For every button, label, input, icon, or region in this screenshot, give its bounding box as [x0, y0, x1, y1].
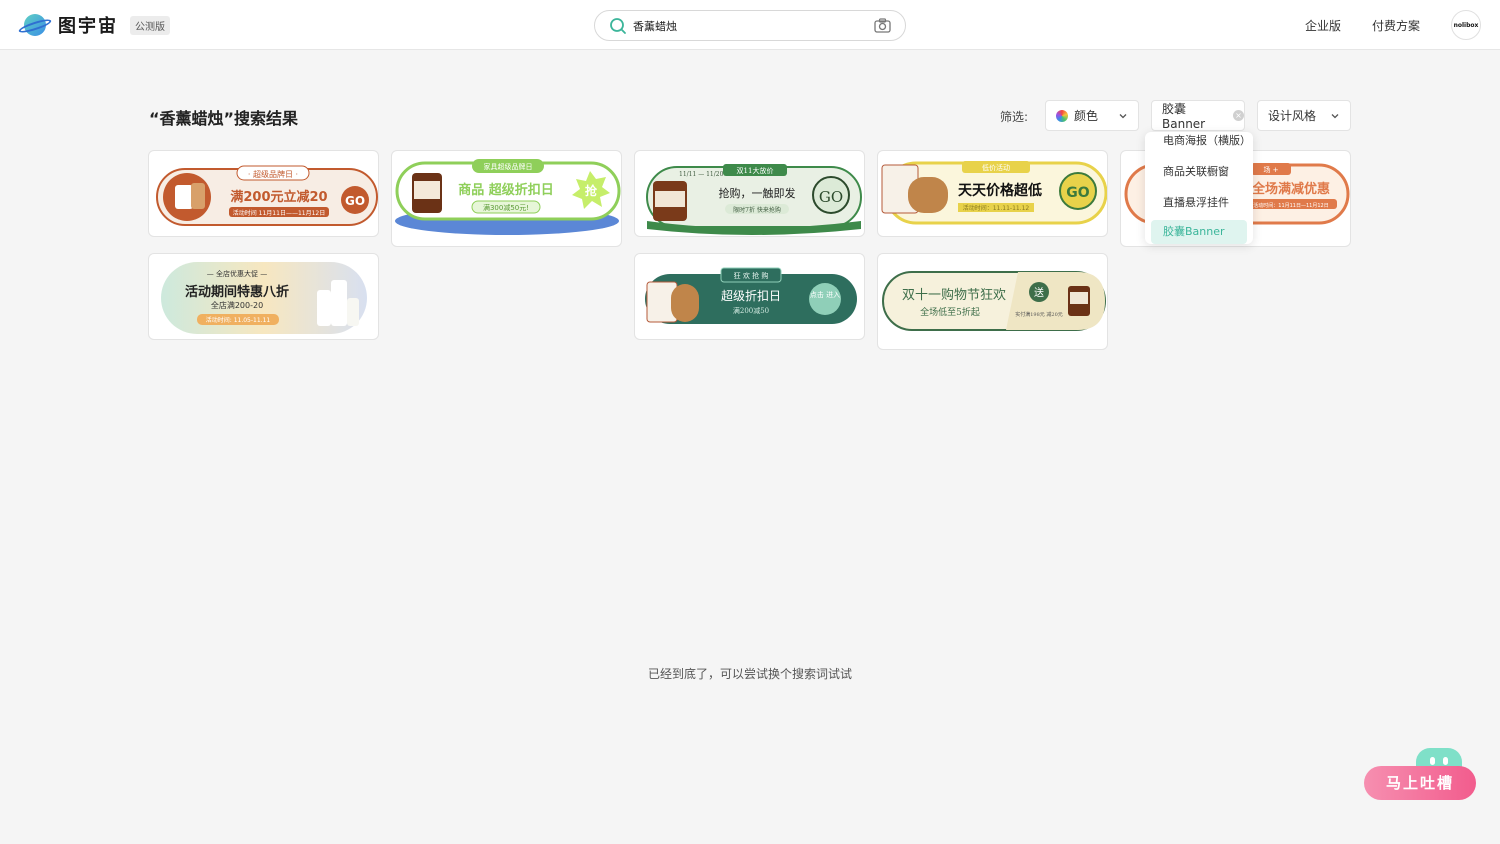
- color-wheel-icon: [1056, 109, 1068, 122]
- result-card[interactable]: 双十一购物节狂欢 全场低至5折起 送 实付满198元 减20元: [877, 253, 1108, 350]
- card-tag: 双11大放价: [737, 166, 774, 175]
- nav-pricing[interactable]: 付费方案: [1372, 17, 1420, 34]
- card-line2: 全场低至5折起: [920, 306, 980, 318]
- card-tag: 场 +: [1263, 165, 1278, 174]
- color-filter[interactable]: 颜色: [1045, 100, 1139, 131]
- color-filter-label: 颜色: [1074, 109, 1099, 123]
- style-filter-label: 设计风格: [1268, 109, 1317, 123]
- card-headline: 活动期间特惠八折: [185, 284, 289, 300]
- logo[interactable]: 图宇宙 公测版: [17, 12, 170, 38]
- search-bar: [594, 10, 906, 41]
- card-button: GO: [1066, 185, 1089, 201]
- top-header: 图宇宙 公测版 企业版 付费方案 nolibox: [0, 0, 1500, 50]
- search-icon[interactable]: [609, 17, 627, 35]
- end-of-results-text: 已经到底了，可以尝试换个搜索词试试: [647, 667, 852, 681]
- chevron-down-icon: [1331, 114, 1339, 119]
- planet-logo-icon: [17, 12, 53, 38]
- style-filter[interactable]: 设计风格: [1257, 100, 1351, 131]
- card-subtext: 满300减50元!: [483, 203, 529, 212]
- card-tag: — 全店优惠大促 —: [207, 269, 267, 278]
- result-card[interactable]: 家具超级品牌日 商品 超级折扣日 满300减50元! 抢: [391, 150, 622, 247]
- logo-text: 图宇宙: [58, 16, 118, 37]
- card-headline: 天天价格超低: [958, 182, 1042, 199]
- result-card[interactable]: 双11大放价 11/11 — 11/20 抢购，一触即发 限时7折 快来抢购 G…: [634, 150, 865, 237]
- nav-enterprise[interactable]: 企业版: [1305, 17, 1341, 34]
- card-headline: 超级折扣日: [721, 288, 781, 303]
- card-line2: 全店满200-20: [211, 300, 263, 310]
- clear-icon[interactable]: ×: [1233, 110, 1244, 121]
- result-card[interactable]: — 全店优惠大促 — 活动期间特惠八折 全店满200-20 活动时间: 11.0…: [148, 253, 379, 340]
- card-headline: 商品 超级折扣日: [458, 182, 554, 198]
- result-card[interactable]: 狂 欢 抢 购 超级折扣日 满200减50 点击 进入: [634, 253, 865, 340]
- feedback-widget[interactable]: 马上吐槽: [1364, 748, 1476, 800]
- card-button: GO: [819, 188, 843, 206]
- result-card[interactable]: 低价活动 天天价格超低 活动时间：11.11-11.12 GO: [877, 150, 1108, 237]
- card-subtext: 活动时间：11.11-11.12: [963, 204, 1030, 212]
- type-filter-label: 胶囊Banner: [1162, 102, 1206, 131]
- filter-label: 筛选:: [1000, 110, 1029, 124]
- card-tag: 狂 欢 抢 购: [734, 271, 769, 280]
- card-date: 11/11 — 11/20: [679, 171, 724, 178]
- card-button: 点击 进入: [810, 290, 840, 299]
- dropdown-item-window[interactable]: 商品关联橱窗: [1151, 160, 1247, 184]
- card-headline: 抢购，一触即发: [719, 186, 796, 200]
- card-headline: 双十一购物节狂欢: [902, 287, 1006, 303]
- feedback-button[interactable]: 马上吐槽: [1364, 766, 1476, 800]
- card-button: 抢: [585, 183, 598, 198]
- type-filter[interactable]: 胶囊Banner ×: [1151, 100, 1245, 131]
- beta-badge: 公测版: [130, 15, 170, 35]
- dropdown-item-capsule-banner[interactable]: 胶囊Banner: [1151, 220, 1247, 244]
- chevron-down-icon: [1119, 114, 1127, 119]
- card-tag: 低价活动: [982, 163, 1010, 172]
- card-subtext: 活动时间: 11.05-11.11: [206, 316, 271, 324]
- card-subtext: 活动时间 11月11日——11月12日: [233, 209, 325, 217]
- search-input[interactable]: [633, 16, 863, 36]
- card-tag: · 超级品牌日 ·: [248, 169, 298, 179]
- card-subtext: 实付满198元 减20元: [1015, 311, 1063, 318]
- card-subtext: 限时7折 快来抢购: [733, 206, 781, 214]
- avatar[interactable]: nolibox: [1451, 10, 1481, 40]
- page-title: “香薰蜡烛”搜索结果: [149, 109, 299, 128]
- camera-icon[interactable]: [874, 18, 891, 33]
- dropdown-item-poster[interactable]: 电商海报（横版）: [1151, 132, 1251, 153]
- card-headline: 满200元立减20: [230, 189, 327, 205]
- card-headline: 全场满减优惠: [1251, 181, 1330, 197]
- card-button: 送: [1034, 286, 1044, 299]
- card-tag: 家具超级品牌日: [484, 162, 533, 171]
- card-subtext: 活动时间：11月11日—11月12日: [1253, 202, 1328, 209]
- card-button: GO: [345, 194, 365, 208]
- type-dropdown-menu: 电商海报（横版） 商品关联橱窗 直播悬浮挂件 胶囊Banner: [1145, 132, 1253, 244]
- dropdown-item-widget[interactable]: 直播悬浮挂件: [1151, 191, 1247, 215]
- card-subtext: 满200减50: [733, 306, 769, 315]
- result-card[interactable]: · 超级品牌日 · 满200元立减20 活动时间 11月11日——11月12日 …: [148, 150, 379, 237]
